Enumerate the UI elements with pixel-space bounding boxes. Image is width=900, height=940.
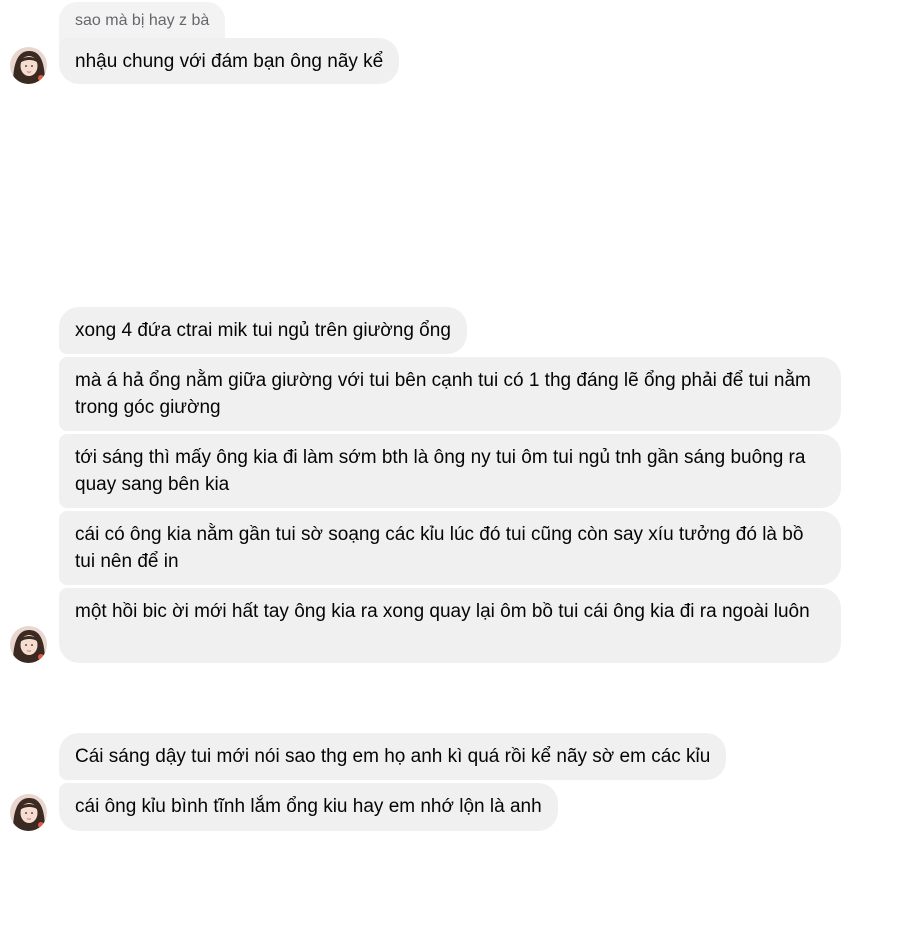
message-bubble[interactable]: xong 4 đứa ctrai mik tui ngủ trên giường… <box>59 307 467 354</box>
avatar-photo-icon <box>10 794 47 831</box>
avatar[interactable] <box>10 794 47 831</box>
avatar[interactable] <box>10 626 47 663</box>
message-bubble[interactable]: cái có ông kia nằm gần tui sờ soạng các … <box>59 511 841 585</box>
avatar-photo-icon <box>10 47 47 84</box>
message-bubble[interactable]: cái ông kỉu bình tĩnh lắm ổng kiu hay em… <box>59 783 558 831</box>
message-bubble[interactable]: tới sáng thì mấy ông kia đi làm sớm bth … <box>59 434 841 508</box>
avatar-photo-icon <box>10 626 47 663</box>
message-bubble[interactable]: Cái sáng dậy tui mới nói sao thg em họ a… <box>59 733 727 780</box>
message-bubble[interactable]: mà á hả ổng nằm giữa giường với tui bên … <box>59 357 841 431</box>
message-bubble[interactable]: nhậu chung với đám bạn ông nãy kể <box>59 38 400 84</box>
message-bubble[interactable]: một hồi bic ời mới hất tay ông kia ra xo… <box>59 588 841 663</box>
avatar[interactable] <box>10 47 47 84</box>
